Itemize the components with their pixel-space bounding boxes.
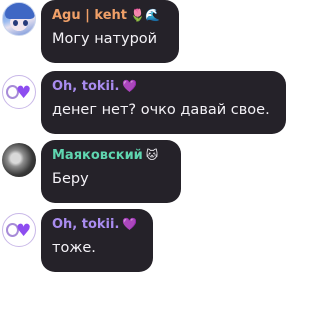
author-name-text: Oh, tokii. <box>52 217 120 232</box>
cat-photo-emoji-icon: 🐱 <box>145 148 159 162</box>
purple-heart-icon: ♥ <box>16 221 32 241</box>
author-name[interactable]: Oh, tokii. 💜 <box>52 78 286 95</box>
purple-heart-emoji-icon: 💜 <box>122 79 138 93</box>
message-text: тоже. <box>52 240 96 256</box>
purple-heart-icon: ♥ <box>16 83 32 103</box>
message-text: денег нет? очко давай свое. <box>52 102 270 118</box>
message-bubble[interactable]: Agu | keht 🌷🌊 Могу натурой <box>41 0 179 63</box>
message-text: Беру <box>52 171 89 187</box>
author-name[interactable]: Oh, tokii. 💜 <box>52 216 153 233</box>
purple-heart-emoji-icon: 💜 <box>122 217 138 231</box>
message-bubble[interactable]: Oh, tokii. 💜 тоже. <box>41 209 153 272</box>
tulip-wave-emoji-icon: 🌷🌊 <box>130 8 160 22</box>
author-name-text: Oh, tokii. <box>52 79 120 94</box>
user-avatar[interactable]: ♥ <box>2 75 36 109</box>
message-text: Могу натурой <box>52 31 158 47</box>
author-name[interactable]: Agu | keht 🌷🌊 <box>52 7 179 24</box>
message-bubble[interactable]: Маяковский 🐱 Беру <box>41 140 181 203</box>
author-name-text: Agu | keht <box>52 8 128 23</box>
user-avatar[interactable] <box>2 2 36 36</box>
user-avatar[interactable]: ♥ <box>2 213 36 247</box>
user-avatar[interactable] <box>2 143 36 177</box>
message-bubble[interactable]: Oh, tokii. 💜 денег нет? очко давай свое. <box>41 71 286 134</box>
author-name[interactable]: Маяковский 🐱 <box>52 147 181 164</box>
author-name-text: Маяковский <box>52 148 143 163</box>
